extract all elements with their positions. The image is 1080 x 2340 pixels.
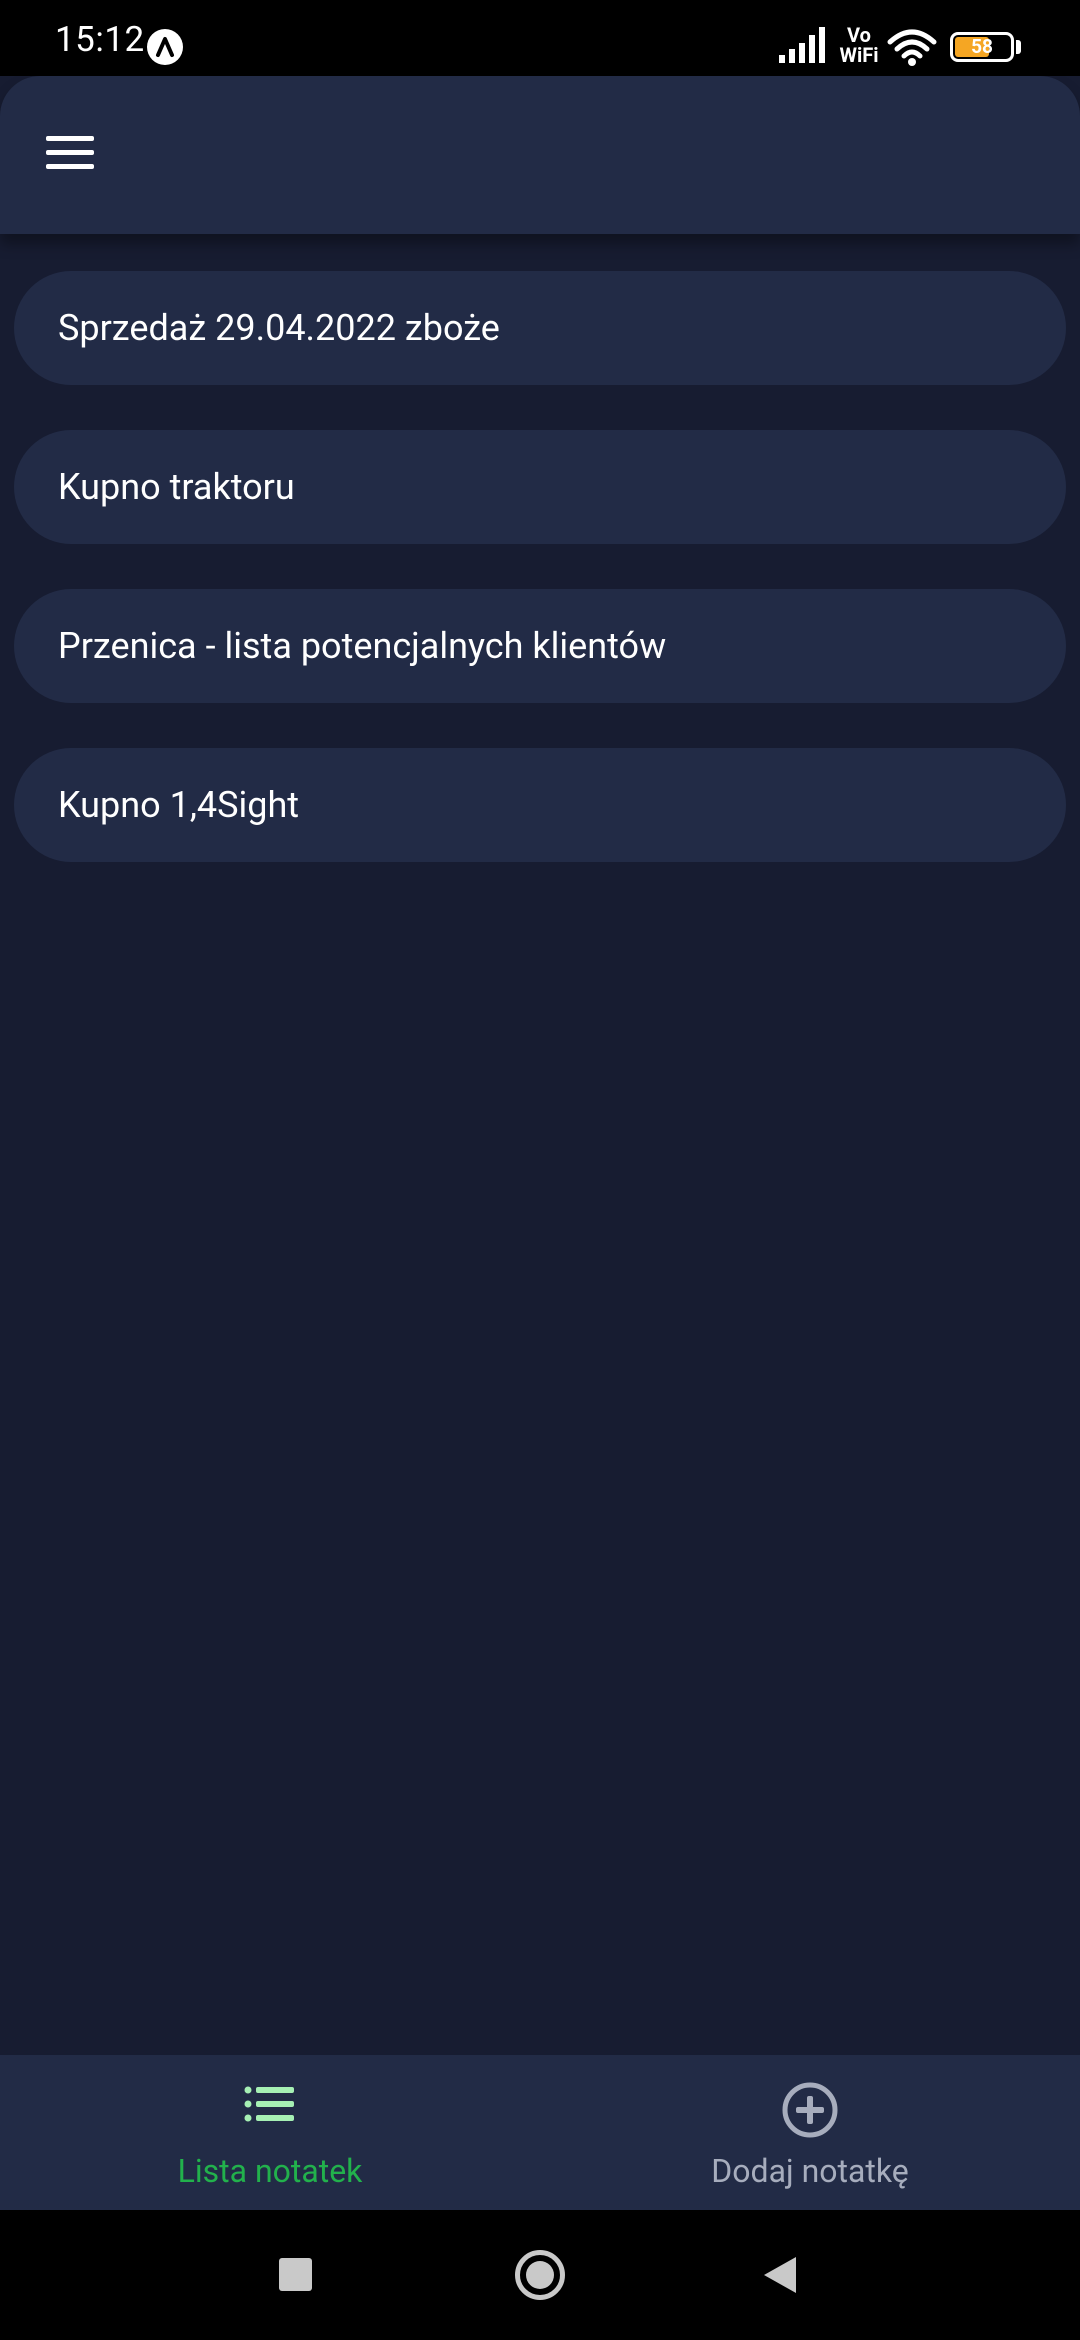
note-title: Przenica - lista potencjalnych klientów — [58, 625, 667, 667]
app-screen: 15:12 Vo WiFi 58 Sprzedaż 29.04.2022 zbo… — [0, 0, 1080, 2340]
note-item[interactable]: Kupno traktoru — [14, 430, 1066, 544]
nav-item-note-list[interactable]: Lista notatek — [0, 2055, 540, 2210]
nav-label: Dodaj notatkę — [711, 2152, 909, 2190]
note-title: Kupno 1,4Sight — [58, 784, 300, 826]
home-button[interactable] — [515, 2250, 565, 2300]
battery-level: 58 — [971, 35, 993, 58]
menu-line — [46, 136, 94, 141]
status-bar: 15:12 Vo WiFi 58 — [0, 0, 1080, 76]
note-item[interactable]: Kupno 1,4Sight — [14, 748, 1066, 862]
app-header — [0, 76, 1080, 234]
add-circle-icon — [782, 2082, 838, 2138]
menu-button[interactable] — [34, 122, 106, 182]
note-item[interactable]: Przenica - lista potencjalnych klientów — [14, 589, 1066, 703]
list-icon — [244, 2086, 294, 2122]
nav-item-add-note[interactable]: Dodaj notatkę — [540, 2055, 1080, 2210]
recent-apps-button[interactable] — [279, 2258, 312, 2291]
notification-app-icon — [147, 29, 183, 65]
back-button[interactable] — [764, 2257, 796, 2293]
note-title: Kupno traktoru — [58, 466, 295, 508]
status-time: 15:12 — [55, 19, 145, 60]
note-item[interactable]: Sprzedaż 29.04.2022 zboże — [14, 271, 1066, 385]
menu-line — [46, 150, 94, 155]
nav-label: Lista notatek — [177, 2152, 363, 2190]
cellular-signal-icon — [779, 27, 825, 63]
wifi-icon — [887, 29, 937, 66]
bottom-navigation: Lista notatek Dodaj notatkę — [0, 2055, 1080, 2210]
battery-icon: 58 — [950, 32, 1014, 62]
circle-icon — [526, 2261, 554, 2289]
notes-list: Sprzedaż 29.04.2022 zboże Kupno traktoru… — [14, 271, 1066, 907]
vowifi-label: Vo WiFi — [839, 23, 879, 67]
note-title: Sprzedaż 29.04.2022 zboże — [58, 307, 500, 349]
battery-tip — [1016, 40, 1021, 54]
system-navigation-bar — [0, 2210, 1080, 2340]
menu-line — [46, 164, 94, 169]
